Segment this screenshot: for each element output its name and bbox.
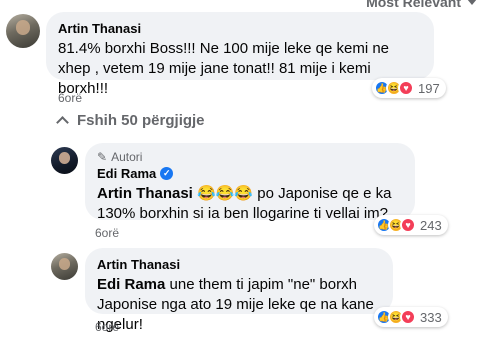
reply-text: Artin Thanasi 😂😂😂 po Japonise qe e ka 13… xyxy=(97,185,392,222)
mention-link[interactable]: Artin Thanasi xyxy=(97,185,193,202)
chevron-up-icon xyxy=(56,116,69,129)
love-reaction-icon: ♥ xyxy=(400,217,416,233)
avatar[interactable] xyxy=(51,147,78,174)
love-reaction-icon: ♥ xyxy=(400,309,416,325)
avatar[interactable] xyxy=(6,14,40,48)
caret-down-icon xyxy=(467,0,477,5)
sort-dropdown[interactable]: Most Relevant xyxy=(366,0,477,10)
mention-link[interactable]: Edi Rama xyxy=(97,276,165,293)
comment-text: 81.4% borxhi Boss!!! Ne 100 mije leke qe… xyxy=(58,40,390,97)
reaction-count: 333 xyxy=(420,309,442,325)
reply-bubble: ✎ Autori Edi Rama ✓ Artin Thanasi 😂😂😂 po… xyxy=(85,143,415,222)
reply-bubble: Artin Thanasi Edi Rama une them ti japim… xyxy=(85,248,393,333)
reaction-summary[interactable]: 👍 😆 ♥ 333 xyxy=(374,307,448,327)
hide-replies-label: Fshih 50 përgjigje xyxy=(77,112,205,129)
reply-text: Edi Rama une them ti japim "ne" borxh Ja… xyxy=(97,276,374,333)
comment-bubble: Artin Thanasi 81.4% borxhi Boss!!! Ne 10… xyxy=(46,12,434,97)
love-reaction-icon: ♥ xyxy=(398,80,414,96)
hide-replies-button[interactable]: Fshih 50 përgjigje xyxy=(56,112,205,129)
emoji-laughing: 😂😂😂 xyxy=(197,185,254,202)
avatar[interactable] xyxy=(51,253,78,280)
sort-label: Most Relevant xyxy=(366,0,461,10)
reply-time[interactable]: 6orë xyxy=(95,320,119,334)
verified-badge-icon: ✓ xyxy=(160,167,174,180)
author-badge: ✎ Autori xyxy=(97,150,143,164)
comment-author[interactable]: Artin Thanasi xyxy=(58,20,422,37)
reply-author[interactable]: Edi Rama ✓ xyxy=(97,165,403,182)
reply-time[interactable]: 6orë xyxy=(95,226,119,240)
reaction-count: 197 xyxy=(418,80,440,96)
comment-time[interactable]: 6orë xyxy=(58,91,82,105)
reaction-summary[interactable]: 👍 😆 ♥ 243 xyxy=(374,215,448,235)
reaction-count: 243 xyxy=(420,217,442,233)
reaction-summary[interactable]: 👍 😆 ♥ 197 xyxy=(372,78,446,98)
pencil-icon: ✎ xyxy=(97,150,108,164)
reply-author[interactable]: Artin Thanasi xyxy=(97,256,381,273)
